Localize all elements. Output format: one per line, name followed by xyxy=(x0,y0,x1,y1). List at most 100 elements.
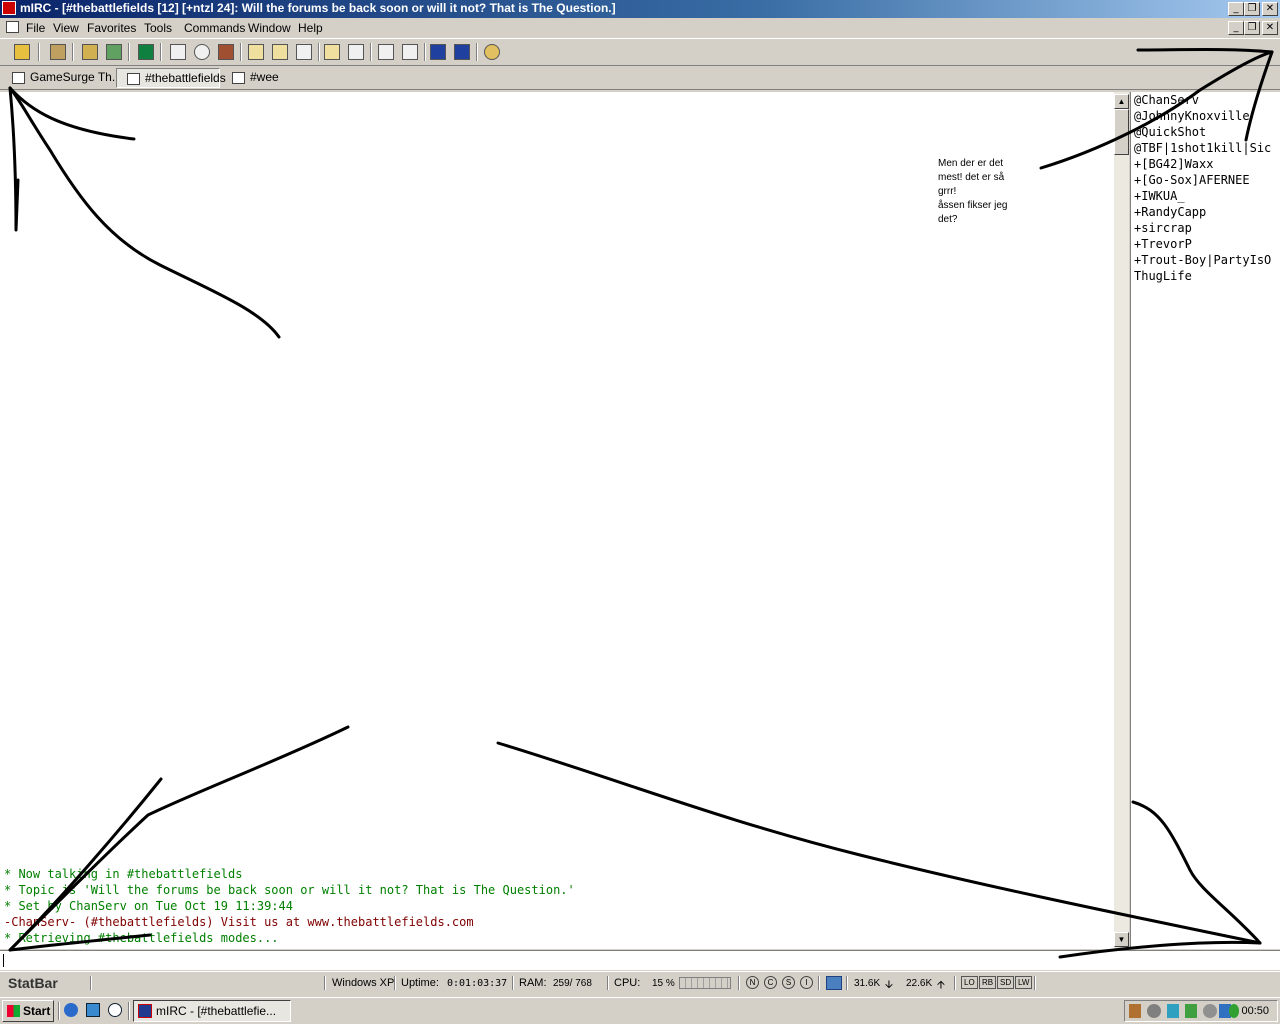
nick-item[interactable]: +RandyCapp xyxy=(1134,205,1206,219)
nick-item[interactable]: +[BG42]Waxx xyxy=(1134,157,1213,171)
menu-favorites[interactable]: Favorites xyxy=(87,21,136,35)
system-tray: 00:50 xyxy=(1124,1000,1278,1022)
download-rate: 31.6K xyxy=(854,978,881,989)
taskbar-mirc-button[interactable]: mIRC - [#thebattlefie... xyxy=(133,1000,291,1022)
statbar-i-button[interactable]: I xyxy=(800,976,813,989)
statbar-s-button[interactable]: S xyxy=(782,976,795,989)
taskbar-separator xyxy=(58,1002,60,1020)
media-player-icon[interactable] xyxy=(108,1003,122,1017)
nick-item[interactable]: +TrevorP xyxy=(1134,237,1192,251)
minimize-button[interactable]: _ xyxy=(1228,2,1244,16)
menu-bar: File View Favorites Tools Commands Windo… xyxy=(0,18,1280,38)
nick-list[interactable]: @ChanServ @JohnnyKnoxville @QuickShot @T… xyxy=(1130,92,1280,949)
menu-window[interactable]: Window xyxy=(248,21,291,35)
statbar-separator xyxy=(90,976,92,990)
message-input[interactable] xyxy=(0,950,1280,970)
nick-item[interactable]: +IWKUA_ xyxy=(1134,189,1185,203)
send-file-icon[interactable] xyxy=(248,44,264,60)
restore-button[interactable]: ❐ xyxy=(1244,2,1260,16)
menu-help[interactable]: Help xyxy=(298,21,323,35)
windows-logo-icon xyxy=(7,1005,20,1017)
child-restore-button[interactable]: ❐ xyxy=(1244,21,1260,35)
tray-antivirus-icon[interactable] xyxy=(1229,1004,1239,1018)
show-desktop-icon[interactable] xyxy=(86,1003,100,1017)
child-close-button[interactable]: ✕ xyxy=(1262,21,1278,35)
statbar-lw-button[interactable]: LW xyxy=(1015,976,1033,989)
window-title: mIRC - [#thebattlefields [12] [+ntzl 24]… xyxy=(20,1,616,15)
statbar-sd-button[interactable]: SD xyxy=(997,976,1015,989)
chat-line: * Now talking in #thebattlefields xyxy=(4,867,243,881)
connect-icon[interactable] xyxy=(14,44,30,60)
nick-item[interactable]: +Trout-Boy|PartyIsO xyxy=(1134,253,1271,267)
tray-app-icon[interactable] xyxy=(1129,1004,1141,1018)
nick-item[interactable]: @JohnnyKnoxville xyxy=(1134,109,1250,123)
statbar-c-button[interactable]: C xyxy=(764,976,777,989)
statbar-separator xyxy=(512,976,514,990)
cascade-windows-icon[interactable] xyxy=(454,44,470,60)
tile-windows-icon[interactable] xyxy=(430,44,446,60)
note-line: grrr! xyxy=(938,186,957,197)
taskbar-separator xyxy=(128,1002,130,1020)
address-book-icon[interactable] xyxy=(170,44,186,60)
colors-icon[interactable] xyxy=(218,44,234,60)
menu-commands[interactable]: Commands xyxy=(184,21,245,35)
timer-icon[interactable] xyxy=(194,44,210,60)
tray-speaker-icon[interactable] xyxy=(1147,1004,1161,1018)
log-files-icon[interactable] xyxy=(324,44,340,60)
tab-wee[interactable]: #wee xyxy=(222,68,282,88)
url-list-icon[interactable] xyxy=(402,44,418,60)
child-window-icon[interactable] xyxy=(6,21,19,33)
toolbar-separator xyxy=(318,43,320,61)
mirc-task-icon xyxy=(138,1004,152,1018)
tab-thebattlefields[interactable]: #thebattlefields xyxy=(116,68,226,88)
download-arrow-icon: 🡫 xyxy=(885,979,893,991)
dcc-chat-icon[interactable] xyxy=(296,44,312,60)
uptime-label: Uptime: xyxy=(401,977,439,989)
statbar-rb-button[interactable]: RB xyxy=(979,976,997,989)
ram-label: RAM: xyxy=(519,977,547,989)
cpu-value: 15 % xyxy=(652,978,675,989)
nick-item[interactable]: @TBF|1shot1kill|Sic xyxy=(1134,141,1271,155)
menu-file[interactable]: File xyxy=(26,21,45,35)
text-cursor xyxy=(3,954,4,967)
nick-item[interactable]: @QuickShot xyxy=(1134,125,1206,139)
statbar-separator xyxy=(738,976,740,990)
receive-folder-icon[interactable] xyxy=(272,44,288,60)
menu-view[interactable]: View xyxy=(53,21,79,35)
statbar-n-button[interactable]: N xyxy=(746,976,759,989)
internet-explorer-icon[interactable] xyxy=(64,1003,78,1017)
statbar: StatBar Windows XP Uptime: 0:01:03:37 RA… xyxy=(0,971,1280,995)
tray-sync-icon[interactable] xyxy=(1203,1004,1217,1018)
nick-item[interactable]: +sircrap xyxy=(1134,221,1192,235)
scripts-editor-icon[interactable] xyxy=(138,44,154,60)
server-list-icon[interactable] xyxy=(106,44,122,60)
mirc-app-icon[interactable] xyxy=(2,1,16,15)
channel-window-icon xyxy=(232,72,245,84)
options-icon[interactable] xyxy=(50,44,66,60)
tray-messenger-icon[interactable] xyxy=(1185,1004,1197,1018)
tab-gamesurge[interactable]: GameSurge Th... xyxy=(2,68,122,88)
channel-list-icon[interactable] xyxy=(378,44,394,60)
channel-window-icon xyxy=(127,73,140,85)
child-minimize-button[interactable]: _ xyxy=(1228,21,1244,35)
menu-tools[interactable]: Tools xyxy=(144,21,172,35)
chat-scrollbar[interactable]: ▲ ▼ xyxy=(1114,92,1129,949)
scroll-thumb[interactable] xyxy=(1114,109,1129,155)
nick-item[interactable]: @ChanServ xyxy=(1134,93,1199,107)
notify-list-icon[interactable] xyxy=(348,44,364,60)
cpu-label: CPU: xyxy=(614,977,641,989)
nick-item[interactable]: ThugLife xyxy=(1134,269,1192,283)
start-button[interactable]: Start xyxy=(2,1000,54,1022)
uptime-value: 0:01:03:37 xyxy=(447,978,508,989)
close-button[interactable]: ✕ xyxy=(1262,2,1278,16)
chat-line: * Retrieving #thebattlefields modes... xyxy=(4,931,279,945)
toolbar-separator xyxy=(38,43,40,61)
scroll-down-button[interactable]: ▼ xyxy=(1114,932,1129,947)
channels-folder-icon[interactable] xyxy=(82,44,98,60)
statbar-separator xyxy=(846,976,848,990)
scroll-up-button[interactable]: ▲ xyxy=(1114,94,1129,109)
statbar-lo-button[interactable]: LO xyxy=(961,976,978,989)
help-icon[interactable] xyxy=(484,44,500,60)
nick-item[interactable]: +[Go-Sox]AFERNEE xyxy=(1134,173,1250,187)
tray-network-icon[interactable] xyxy=(1167,1004,1179,1018)
